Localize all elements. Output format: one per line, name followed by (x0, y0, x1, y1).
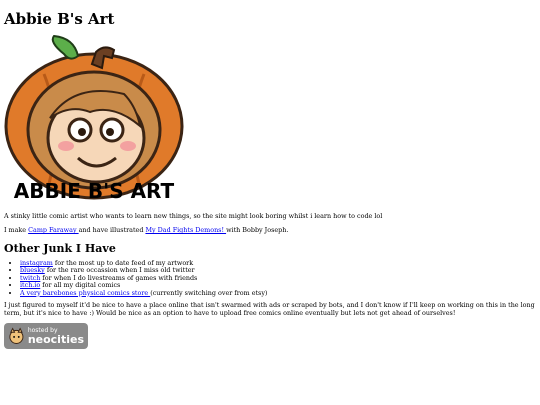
outro-text: I just figured to myself it'd be nice to… (4, 301, 535, 318)
comics-store-link[interactable]: A very barebones physical comics store (20, 289, 150, 297)
section-heading: Other Junk I Have (4, 242, 116, 255)
intro-text: A stinky little comic artist who wants t… (4, 212, 383, 220)
page: Abbie B's Art ABBIE B'S ART A stinky lit… (0, 0, 540, 350)
page-title: Abbie B's Art (4, 10, 115, 28)
neocities-badge[interactable]: hosted by neocities (4, 323, 88, 350)
logo-art: ABBIE B'S ART (4, 34, 184, 203)
badge-text: hosted by neocities (27, 327, 84, 346)
make-paragraph: I make Camp Faraway and have illustrated… (4, 226, 536, 234)
badge-neocities: neocities (27, 332, 84, 346)
list-item-text: (currently switching over from etsy) (150, 288, 268, 297)
logo-illustration: ABBIE B'S ART (4, 34, 184, 206)
dad-fights-demons-link[interactable]: My Dad Fights Demons! (145, 226, 226, 234)
neocities-cat-icon (9, 327, 24, 344)
logo-wordmark: ABBIE B'S ART (14, 179, 175, 203)
list-item: A very barebones physical comics store (… (20, 288, 536, 297)
camp-faraway-link[interactable]: Camp Faraway (28, 226, 78, 234)
make-prefix: I make (4, 226, 29, 234)
make-suffix: with Bobby Joseph. (226, 226, 289, 234)
make-middle: and have illustrated (78, 226, 146, 234)
junk-list: instagram for the most up to date feed o… (4, 259, 536, 297)
